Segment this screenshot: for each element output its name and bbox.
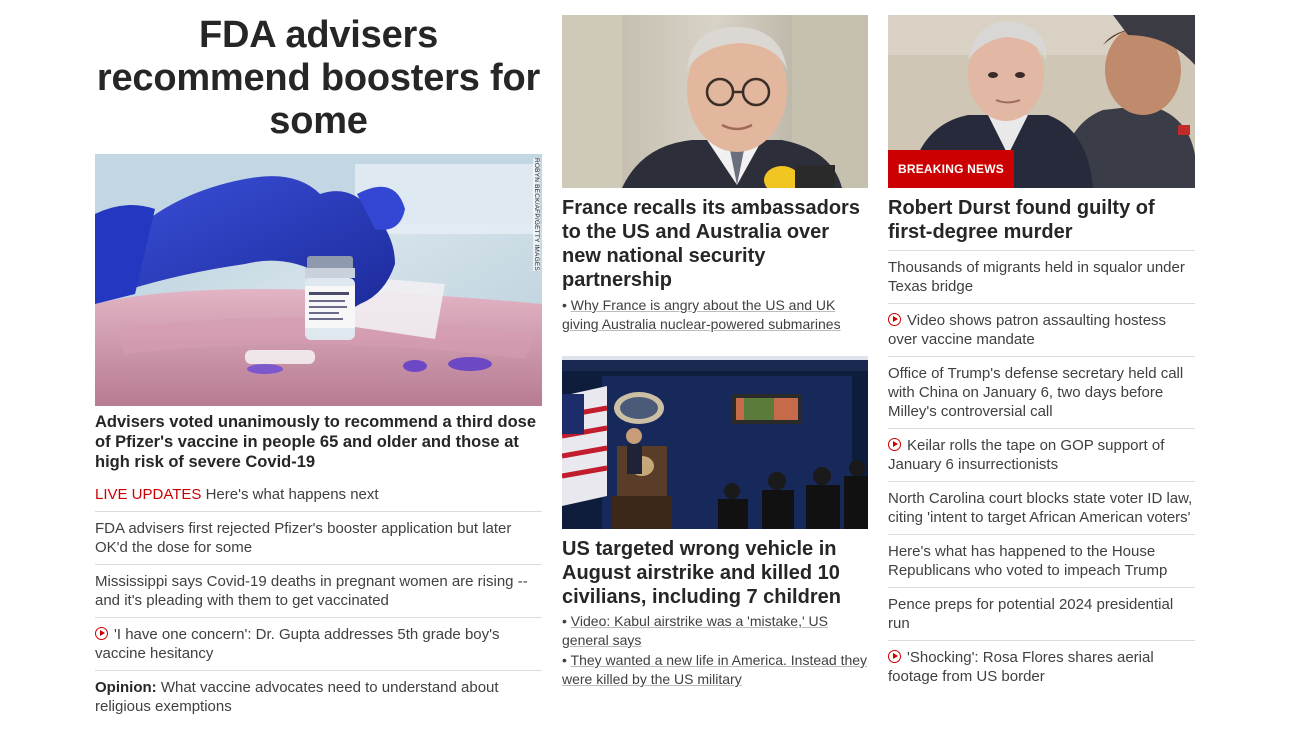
related-link[interactable]: They wanted a new life in America. Inste…: [562, 652, 867, 687]
list-item-text: Thousands of migrants held in squalor un…: [888, 259, 1185, 295]
list-item[interactable]: Office of Trump's defense secretary held…: [888, 356, 1195, 428]
durst-image[interactable]: BREAKING NEWS: [888, 15, 1195, 188]
list-item[interactable]: LIVE UPDATES Here's what happens next: [95, 485, 542, 511]
airstrike-headline[interactable]: US targeted wrong vehicle in August airs…: [562, 537, 868, 609]
list-item[interactable]: Opinion: What vaccine advocates need to …: [95, 670, 542, 723]
lead-subheadline[interactable]: Advisers voted unanimously to recommend …: [95, 412, 542, 472]
list-item-text: Video shows patron assaulting hostess ov…: [888, 312, 1167, 348]
france-related-bullet: • Why France is angry about the US and U…: [562, 297, 841, 332]
list-item[interactable]: FDA advisers first rejected Pfizer's boo…: [95, 511, 542, 564]
vaccine-photo: [95, 154, 542, 406]
breaking-news-badge: BREAKING NEWS: [888, 150, 1014, 188]
airstrike-related-bullet: • Video: Kabul airstrike was a 'mistake,…: [562, 613, 828, 648]
list-item-text: 'I have one concern': Dr. Gupta addresse…: [95, 626, 500, 662]
list-item[interactable]: 'I have one concern': Dr. Gupta addresse…: [95, 617, 542, 670]
list-item-text: North Carolina court blocks state voter …: [888, 490, 1193, 526]
durst-headline[interactable]: Robert Durst found guilty of first-degre…: [888, 196, 1195, 244]
photo-credit: ROBYN BECK/AFP/GETTY IMAGES: [533, 158, 540, 271]
list-item-text: Office of Trump's defense secretary held…: [888, 365, 1184, 420]
related-link[interactable]: Video: Kabul airstrike was a 'mistake,' …: [562, 613, 828, 648]
right-column-list: Thousands of migrants held in squalor un…: [888, 250, 1195, 693]
list-item-text: Keilar rolls the tape on GOP support of …: [888, 437, 1165, 473]
lead-story: FDA advisers recommend boosters for some: [95, 0, 542, 715]
list-item[interactable]: 'Shocking': Rosa Flores shares aerial fo…: [888, 640, 1195, 693]
opinion-label: Opinion:: [95, 679, 157, 696]
list-item[interactable]: Here's what has happened to the House Re…: [888, 534, 1195, 587]
lead-image-vaccine[interactable]: ROBYN BECK/AFP/GETTY IMAGES: [95, 154, 542, 406]
briefing-room-photo: [562, 356, 868, 529]
lead-headline[interactable]: FDA advisers recommend boosters for some: [95, 14, 542, 143]
play-video-icon: [888, 650, 901, 663]
pentagon-briefing-image[interactable]: [562, 356, 868, 529]
list-item[interactable]: Pence preps for potential 2024 president…: [888, 587, 1195, 640]
list-item-text: FDA advisers first rejected Pfizer's boo…: [95, 520, 512, 556]
france-ambassador-image[interactable]: [562, 15, 868, 188]
list-item[interactable]: Keilar rolls the tape on GOP support of …: [888, 428, 1195, 481]
list-item[interactable]: Video shows patron assaulting hostess ov…: [888, 303, 1195, 356]
list-item-text: Mississippi says Covid-19 deaths in preg…: [95, 573, 528, 609]
list-item-text: Here's what has happened to the House Re…: [888, 543, 1168, 579]
play-video-icon: [888, 438, 901, 451]
related-link[interactable]: Why France is angry about the US and UK …: [562, 297, 841, 332]
ambassador-photo: [562, 15, 868, 188]
lead-related-list: LIVE UPDATES Here's what happens next FD…: [95, 485, 542, 723]
play-video-icon: [888, 313, 901, 326]
airstrike-related-bullet: • They wanted a new life in America. Ins…: [562, 652, 868, 687]
list-item[interactable]: Thousands of migrants held in squalor un…: [888, 250, 1195, 303]
list-item-text: Here's what happens next: [201, 486, 379, 503]
list-item-text: 'Shocking': Rosa Flores shares aerial fo…: [888, 649, 1154, 685]
france-headline[interactable]: France recalls its ambassadors to the US…: [562, 196, 868, 292]
play-video-icon: [95, 627, 108, 640]
live-updates-label: LIVE UPDATES: [95, 486, 202, 503]
list-item[interactable]: North Carolina court blocks state voter …: [888, 481, 1195, 534]
list-item-text: Pence preps for potential 2024 president…: [888, 596, 1174, 632]
list-item[interactable]: Mississippi says Covid-19 deaths in preg…: [95, 564, 542, 617]
